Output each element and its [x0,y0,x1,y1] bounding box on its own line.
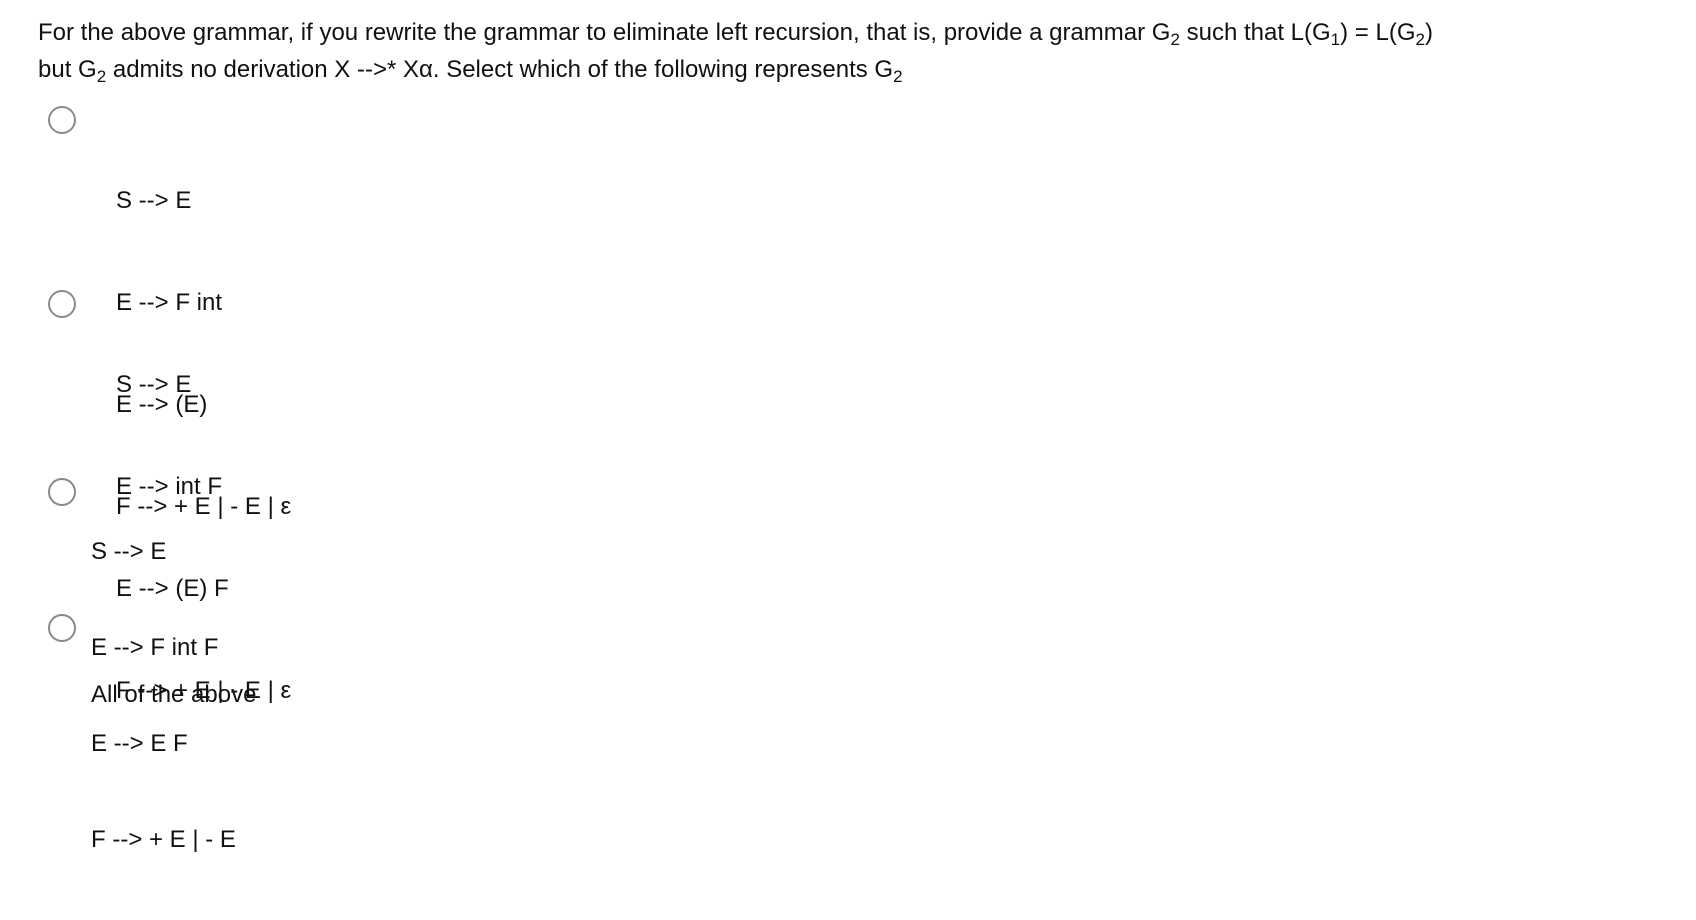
option-label: All of the above [91,681,257,708]
radio-button[interactable] [48,614,76,642]
question-line-2: but G2 admits no derivation X -->* Xα. S… [38,56,903,86]
radio-button[interactable] [48,106,76,134]
radio-button[interactable] [48,290,76,318]
question-line-1: For the above grammar, if you rewrite th… [38,19,1433,49]
question-text: For the above grammar, if you rewrite th… [38,14,1678,88]
radio-button[interactable] [48,478,76,506]
